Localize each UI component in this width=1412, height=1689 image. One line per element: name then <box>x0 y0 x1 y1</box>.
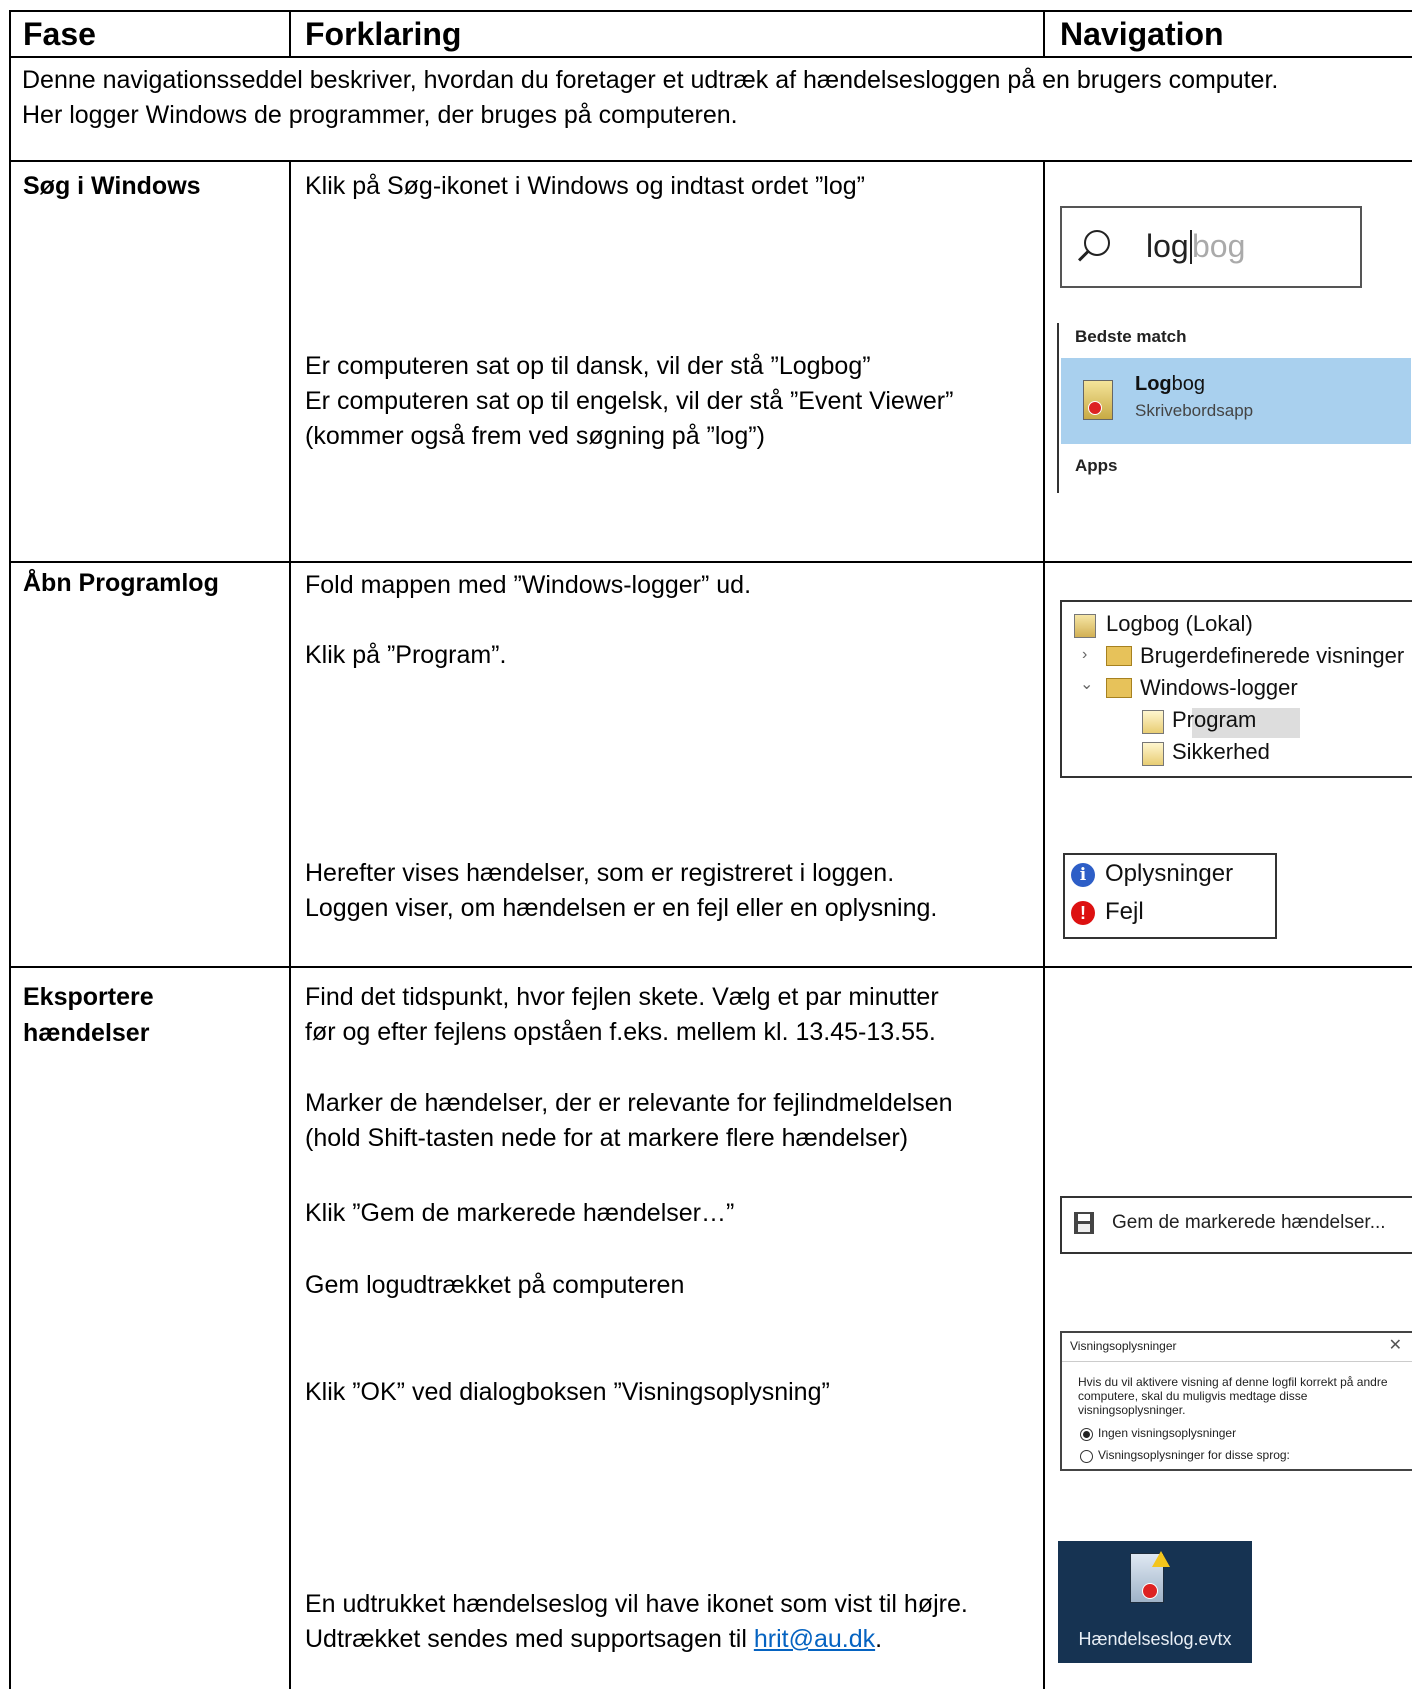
event-viewer-tree: Logbog (Lokal) › Brugerdefinerede visnin… <box>1060 600 1412 778</box>
save-selected-events-label: Gem de markerede hændelser... <box>1112 1212 1386 1233</box>
error-icon: ! <box>1071 901 1095 925</box>
row2-text-2: Klik på ”Program”. <box>305 641 507 669</box>
row3-text-1: Find det tidspunkt, hvor fejlen skete. V… <box>305 983 939 1011</box>
folder-filter-icon <box>1106 646 1132 666</box>
best-match-app-name: Logbog <box>1135 373 1206 395</box>
row3-text-8: En udtrukket hændelseslog vil have ikone… <box>305 1590 968 1618</box>
event-viewer-icon <box>1074 614 1096 638</box>
intro-line-1: Denne navigationsseddel beskriver, hvord… <box>22 66 1279 94</box>
best-match-label: Bedste match <box>1075 327 1187 346</box>
fase-eksportere-line-1: Eksportere <box>23 983 154 1011</box>
header-fase: Fase <box>23 16 96 52</box>
row2-text-1: Fold mappen med ”Windows-logger” ud. <box>305 571 752 599</box>
tree-item-sikkerhed[interactable]: Sikkerhed <box>1172 738 1270 766</box>
col-divider-1 <box>289 160 291 1689</box>
row3-text-9: Udtrækket sendes med supportsagen til hr… <box>305 1625 883 1653</box>
save-selected-events-button[interactable]: Gem de markerede hændelser... <box>1060 1196 1412 1254</box>
tree-item-windows-logger[interactable]: Windows-logger <box>1140 674 1298 702</box>
row3-text-5: Klik ”Gem de markerede hændelser…” <box>305 1199 735 1227</box>
close-icon[interactable]: ✕ <box>1389 1335 1402 1355</box>
error-icon <box>1142 1583 1158 1599</box>
row1-text-4: (kommer også frem ved søgning på ”log”) <box>305 422 765 450</box>
log-icon <box>1142 742 1164 766</box>
header-col-divider-2 <box>1043 10 1045 58</box>
search-autocomplete-hint: bog <box>1192 228 1246 264</box>
evtx-file-icon-tile[interactable]: Hændelseslog.evtx <box>1058 1541 1252 1663</box>
fase-sog-i-windows: Søg i Windows <box>23 172 201 200</box>
display-info-dialog: Visningsoplysninger ✕ Hvis du vil aktive… <box>1060 1331 1412 1471</box>
table-border-left <box>9 10 11 1689</box>
level-oplysninger: Oplysninger <box>1105 860 1234 887</box>
intro-line-2: Her logger Windows de programmer, der br… <box>22 101 738 129</box>
row1-text-3: Er computeren sat op til engelsk, vil de… <box>305 387 954 415</box>
tree-item-program[interactable]: Program <box>1172 706 1256 734</box>
search-results-panel: Bedste match Logbog Skrivebordsapp Apps <box>1057 323 1411 493</box>
row2-text-3: Herefter vises hændelser, som er registr… <box>305 859 895 887</box>
header-forklaring: Forklaring <box>305 16 462 52</box>
info-icon: i <box>1071 863 1095 887</box>
header-row-divider <box>9 56 1412 58</box>
fase-abn-programlog: Åbn Programlog <box>23 569 219 597</box>
dialog-option-1: Ingen visningsoplysninger <box>1098 1426 1237 1440</box>
row3-text-7: Klik ”OK” ved dialogboksen ”Visningsoply… <box>305 1378 830 1406</box>
row2-text-4: Loggen viser, om hændelsen er en fejl el… <box>305 894 938 922</box>
save-icon <box>1074 1212 1094 1234</box>
evtx-file-name: Hændelseslog.evtx <box>1078 1629 1232 1649</box>
warning-icon <box>1152 1551 1170 1567</box>
windows-search-box[interactable]: log bog <box>1060 206 1362 288</box>
event-levels: i Oplysninger ! Fejl <box>1063 853 1277 939</box>
header-navigation: Navigation <box>1060 16 1224 52</box>
row3-text-4: (hold Shift-tasten nede for at markere f… <box>305 1124 909 1152</box>
intro-row-divider <box>9 160 1412 162</box>
support-email-link[interactable]: hrit@au.dk <box>754 1625 875 1653</box>
header-col-divider-1 <box>289 10 291 58</box>
row3-text-3: Marker de hændelser, der er relevante fo… <box>305 1089 953 1117</box>
dialog-title: Visningsoplysninger <box>1070 1339 1177 1353</box>
chevron-down-icon[interactable]: ⌄ <box>1080 674 1093 694</box>
event-viewer-icon <box>1083 380 1113 420</box>
dialog-option-2: Visningsoplysninger for disse sprog: <box>1098 1448 1290 1462</box>
tree-item-logbog[interactable]: Logbog (Lokal) <box>1106 610 1253 638</box>
tree-item-brugerdefinerede[interactable]: Brugerdefinerede visninger <box>1140 642 1404 670</box>
log-icon <box>1142 710 1164 734</box>
radio-sprog[interactable] <box>1080 1450 1093 1463</box>
radio-ingen[interactable] <box>1080 1428 1093 1441</box>
row3-text-6: Gem logudtrækket på computeren <box>305 1271 685 1299</box>
row1-divider <box>9 561 1412 563</box>
dialog-body: Hvis du vil aktivere visning af denne lo… <box>1078 1375 1388 1417</box>
table-border-top <box>9 10 1412 12</box>
level-fejl: Fejl <box>1105 898 1144 925</box>
folder-windows-icon <box>1106 678 1132 698</box>
search-query: log <box>1146 228 1189 264</box>
best-match-app-type: Skrivebordsapp <box>1135 401 1254 420</box>
fase-eksportere-line-2: hændelser <box>23 1019 150 1047</box>
col-divider-2 <box>1043 160 1045 1689</box>
row1-text-2: Er computeren sat op til dansk, vil der … <box>305 352 871 380</box>
chevron-right-icon[interactable]: › <box>1082 646 1087 664</box>
row2-divider <box>9 966 1412 968</box>
apps-label: Apps <box>1075 456 1118 475</box>
row1-text-1: Klik på Søg-ikonet i Windows og indtast … <box>305 172 865 200</box>
row3-text-2: før og efter fejlens opståen f.eks. mell… <box>305 1018 936 1046</box>
